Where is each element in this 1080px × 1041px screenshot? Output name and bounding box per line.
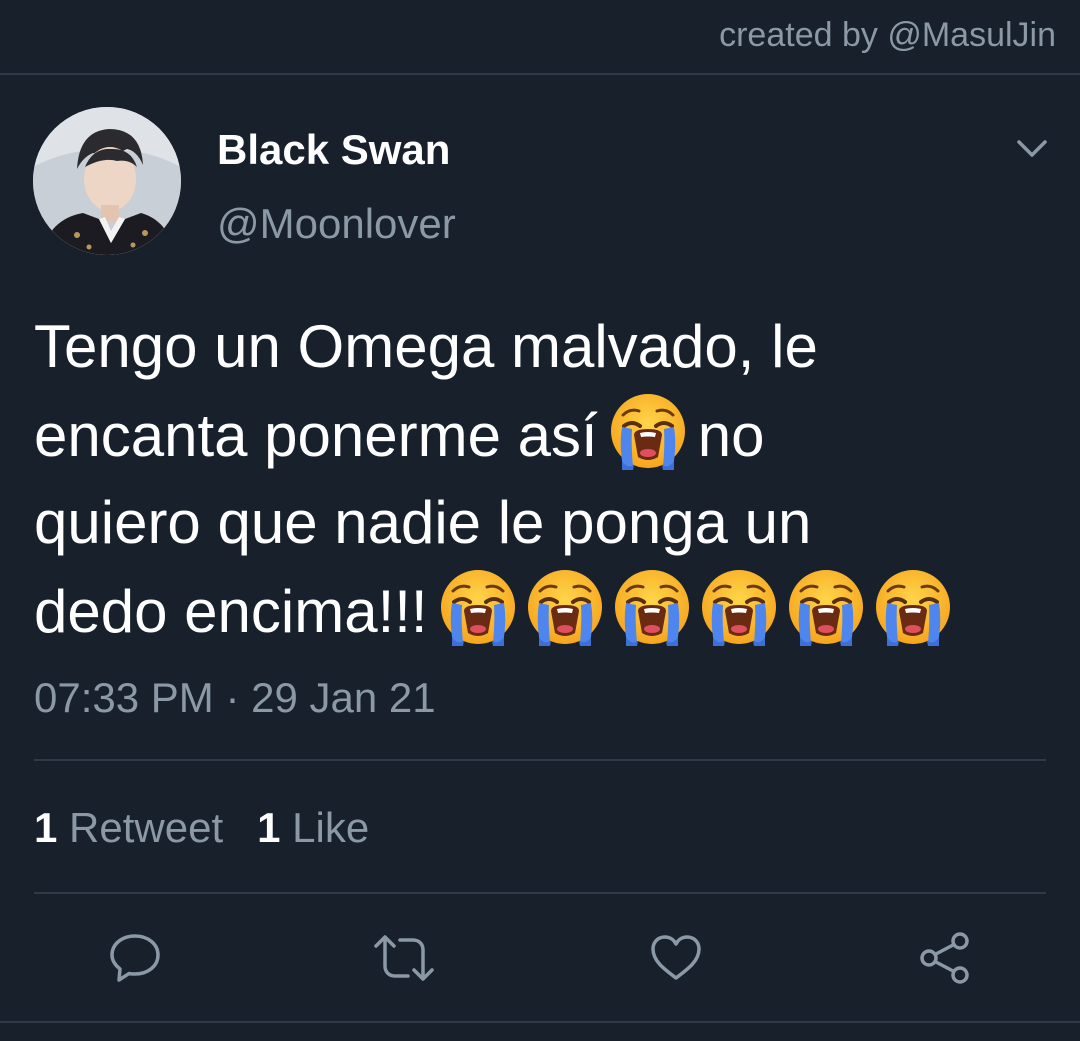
like-icon: [651, 935, 701, 980]
top-divider: [0, 73, 1080, 75]
tweet-text-line-3: quiero que nadie le ponga un: [34, 489, 812, 556]
like-button[interactable]: [648, 930, 704, 986]
loudly-crying-face-icon: [786, 568, 865, 647]
divider: [34, 759, 1046, 761]
reply-icon: [110, 934, 160, 982]
retweet-stat[interactable]: 1 Retweet: [34, 804, 223, 851]
loudly-crying-face-icon: [438, 568, 517, 647]
like-count: 1: [257, 804, 281, 851]
tweet-timestamp[interactable]: 07:33 PM · 29 Jan 21: [34, 674, 436, 722]
share-icon: [920, 932, 969, 984]
tweet-text: Tengo un Omega malvado, le encanta poner…: [34, 303, 1044, 655]
retweet-count: 1: [34, 804, 58, 851]
user-display-name[interactable]: Black Swan: [217, 126, 450, 174]
watermark-credit: created by @MasulJin: [719, 16, 1056, 54]
like-stat[interactable]: 1 Like: [257, 804, 369, 851]
loudly-crying-face-icon: [873, 568, 952, 647]
reply-button[interactable]: [107, 930, 163, 986]
tweet-text-line-2: encanta ponerme así no: [34, 391, 1044, 479]
loudly-crying-face-icon: [699, 568, 778, 647]
tweet-text-fragment: encanta ponerme así: [34, 402, 598, 469]
retweet-button[interactable]: [372, 930, 434, 986]
bottom-divider: [0, 1021, 1080, 1023]
share-button[interactable]: [917, 930, 973, 986]
profile-photo-icon: [33, 107, 181, 255]
avatar[interactable]: [33, 107, 181, 255]
loudly-crying-face-icon: [525, 568, 604, 647]
tweet-text-line-4: dedo encima!!!: [34, 567, 1044, 655]
loudly-crying-face-icon: [612, 568, 691, 647]
tweet-text-fragment: no: [697, 402, 765, 469]
tweet-text-fragment: dedo encima!!!: [34, 578, 428, 645]
retweet-label: Retweet: [69, 804, 224, 851]
user-handle[interactable]: @Moonlover: [217, 200, 456, 248]
like-label: Like: [292, 804, 370, 851]
tweet-text-line-1: Tengo un Omega malvado, le: [34, 313, 818, 380]
chevron-down-icon[interactable]: [1012, 128, 1052, 168]
tweet-stats: 1 Retweet 1 Like: [34, 804, 369, 852]
retweet-icon: [374, 935, 434, 981]
loudly-crying-face-icon: [608, 392, 687, 471]
divider: [34, 892, 1046, 894]
